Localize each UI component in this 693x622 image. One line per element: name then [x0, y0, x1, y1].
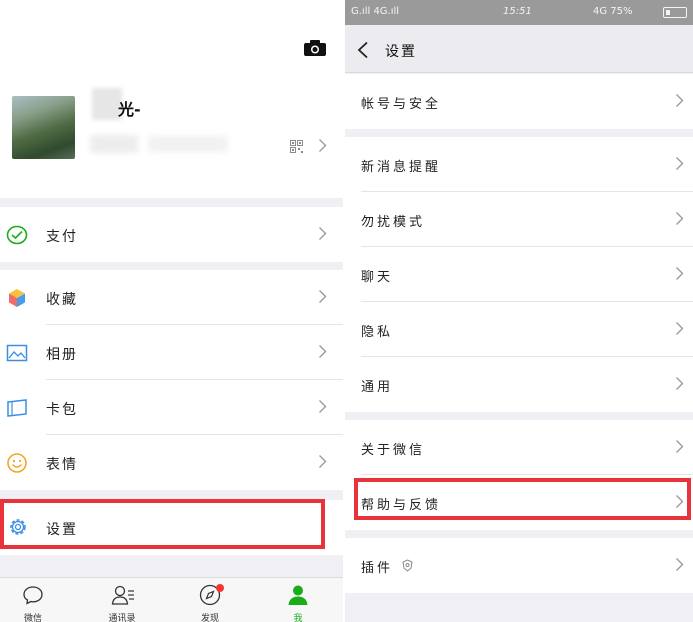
- settings-group-plugins: 插件: [345, 538, 693, 593]
- plugin-shield-icon: [402, 559, 413, 572]
- chat-bubble-icon: [23, 586, 43, 605]
- highlight-box: [0, 499, 325, 549]
- settings-group-general: 新消息提醒 勿扰模式 聊天 隐私 通用: [345, 137, 693, 412]
- chevron-right-icon: [676, 157, 684, 170]
- settings-item-do-not-disturb[interactable]: 勿扰模式: [345, 192, 693, 247]
- settings-item-label: 新消息提醒: [361, 160, 442, 175]
- chevron-right-icon: [676, 558, 684, 571]
- chevron-right-icon: [676, 440, 684, 453]
- settings-item-label: 关于微信: [361, 443, 426, 458]
- tab-label: 微信: [23, 614, 42, 622]
- battery-icon: [663, 7, 687, 18]
- menu-item-label: 支付: [46, 229, 78, 245]
- card-pack-icon: [7, 399, 27, 417]
- favorites-cube-icon: [9, 289, 25, 307]
- tab-chats[interactable]: 微信: [3, 578, 63, 622]
- settings-item-label: 通用: [361, 380, 394, 395]
- settings-item-label: 勿扰模式: [361, 215, 426, 230]
- nav-bar: 设置: [345, 25, 693, 73]
- profile-header[interactable]: 光-: [0, 0, 343, 198]
- menu-item-album[interactable]: 相册: [0, 325, 343, 380]
- menu-item-favorites[interactable]: 收藏: [0, 270, 343, 325]
- avatar[interactable]: [12, 96, 75, 159]
- contacts-icon: [111, 585, 134, 605]
- tab-label: 发现: [200, 614, 219, 622]
- wechat-id-blur: [148, 136, 228, 152]
- chevron-right-icon: [319, 400, 327, 413]
- chevron-right-icon: [676, 94, 684, 107]
- chevron-right-icon: [676, 322, 684, 335]
- chevron-right-icon: [676, 212, 684, 225]
- settings-item-label: 聊天: [361, 270, 394, 285]
- status-right: 4G 75%: [593, 6, 633, 17]
- status-bar: G.ıll 4G.ıll 15:51 4G 75%: [345, 0, 693, 25]
- tab-label: 我: [293, 614, 303, 622]
- highlight-box: [354, 478, 691, 520]
- menu-item-label: 相册: [46, 347, 78, 363]
- settings-item-label: 帐号与安全: [361, 97, 442, 112]
- qr-code-icon[interactable]: [290, 140, 303, 153]
- menu-item-label: 卡包: [46, 402, 78, 418]
- menu-item-pay[interactable]: 支付: [0, 207, 343, 262]
- signal-indicator: G.ıll 4G.ıll: [351, 6, 400, 17]
- album-icon: [6, 344, 28, 362]
- menu-group-main: 收藏 相册 卡包 表情: [0, 270, 343, 490]
- person-icon: [288, 585, 308, 605]
- notification-dot: [216, 584, 224, 592]
- bottom-tab-bar: 微信 通讯录 发现 我: [0, 577, 343, 622]
- status-time: 15:51: [503, 6, 532, 17]
- profile-name: 光-: [118, 100, 141, 119]
- wallet-icon: [6, 225, 28, 245]
- menu-item-card-pack[interactable]: 卡包: [0, 380, 343, 435]
- menu-group-pay: 支付: [0, 207, 343, 262]
- camera-icon[interactable]: [304, 40, 326, 56]
- wechat-id-blur: [90, 135, 138, 153]
- chevron-right-icon: [676, 267, 684, 280]
- chevron-right-icon: [319, 139, 327, 152]
- menu-item-stickers[interactable]: 表情: [0, 435, 343, 490]
- settings-item-chats[interactable]: 聊天: [345, 247, 693, 302]
- menu-item-label: 表情: [46, 457, 78, 473]
- chevron-right-icon: [319, 455, 327, 468]
- me-tab-screen: 光- 支付 收藏 相册 卡包 表情 设置 微信 通讯录 发现 我: [0, 0, 343, 622]
- settings-item-privacy[interactable]: 隐私: [345, 302, 693, 357]
- settings-group-account: 帐号与安全: [345, 74, 693, 129]
- sticker-smile-icon: [7, 453, 27, 473]
- tab-label: 通讯录: [108, 614, 136, 622]
- tab-discover[interactable]: 发现: [180, 578, 240, 622]
- settings-item-label: 插件: [361, 561, 394, 576]
- chevron-right-icon: [319, 290, 327, 303]
- settings-item-plugins[interactable]: 插件: [345, 538, 693, 593]
- settings-item-about[interactable]: 关于微信: [345, 420, 693, 475]
- tab-me[interactable]: 我: [268, 578, 328, 622]
- chevron-right-icon: [319, 227, 327, 240]
- settings-item-account-security[interactable]: 帐号与安全: [345, 74, 693, 129]
- back-arrow-icon[interactable]: [357, 41, 369, 59]
- settings-screen: G.ıll 4G.ıll 15:51 4G 75% 设置 帐号与安全 新消息提醒…: [345, 0, 693, 622]
- settings-item-notifications[interactable]: 新消息提醒: [345, 137, 693, 192]
- chevron-right-icon: [676, 377, 684, 390]
- chevron-right-icon: [319, 345, 327, 358]
- menu-item-label: 收藏: [46, 292, 78, 308]
- page-title: 设置: [385, 44, 417, 60]
- settings-item-label: 隐私: [361, 325, 394, 340]
- tab-contacts[interactable]: 通讯录: [92, 578, 152, 622]
- settings-item-general[interactable]: 通用: [345, 357, 693, 412]
